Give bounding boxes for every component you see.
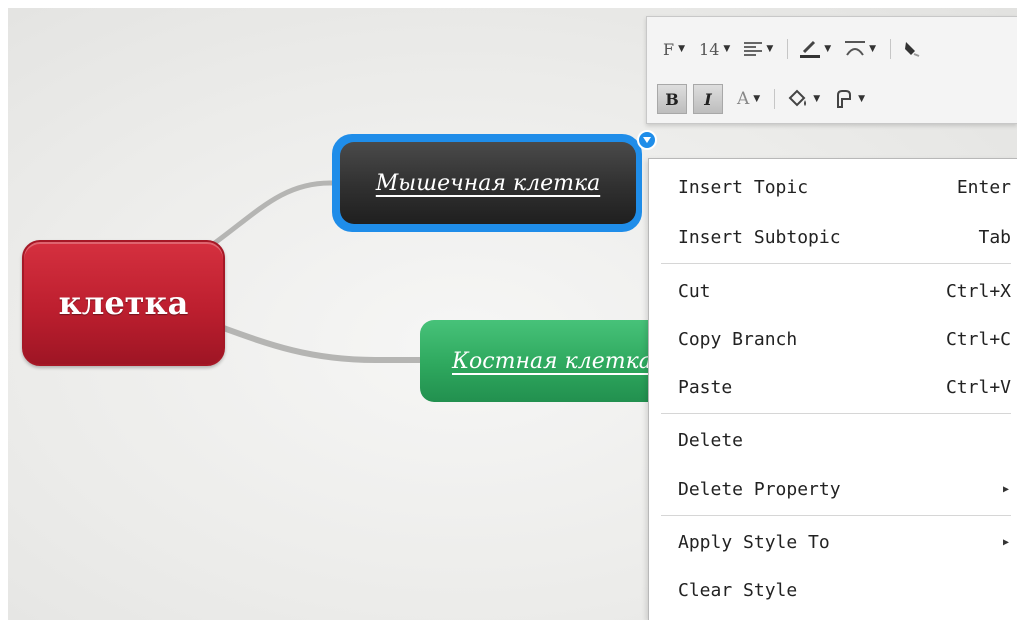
line-shape-dropdown[interactable]: ▼ <box>845 41 876 57</box>
menu-separator <box>661 413 1011 414</box>
clear-format-icon <box>905 42 920 57</box>
menu-item-apply-style-to[interactable]: Apply Style To ▶ <box>649 522 1017 562</box>
align-icon <box>744 42 763 56</box>
menu-item-shortcut: Tab <box>978 226 1011 248</box>
toolbar-separator <box>787 39 789 59</box>
menu-item-label: Insert Topic <box>678 176 809 198</box>
submenu-arrow-icon: ▶ <box>1002 536 1009 548</box>
font-family-label: F <box>663 39 675 59</box>
fill-color-dropdown[interactable]: ▼ <box>787 89 820 109</box>
shape-dropdown[interactable]: ▼ <box>834 89 865 109</box>
menu-item-label: Delete <box>678 429 744 451</box>
central-topic[interactable]: клетка <box>22 240 225 366</box>
submenu-arrow-icon: ▶ <box>1002 483 1009 495</box>
menu-item-shortcut: Ctrl+V <box>945 376 1011 398</box>
menu-separator <box>661 263 1011 264</box>
menu-item-clear-style[interactable]: Clear Style <box>649 570 1017 610</box>
chevron-down-icon: ▼ <box>766 44 774 54</box>
central-topic-label: клетка <box>58 284 189 322</box>
toolbar-separator <box>890 39 892 59</box>
menu-item-shortcut: Enter <box>956 176 1011 198</box>
line-shape-icon <box>845 41 866 56</box>
menu-item-label: Cut <box>678 280 711 302</box>
context-menu: Insert Topic Enter Insert Subtopic Tab C… <box>648 158 1017 620</box>
menu-item-cut[interactable]: Cut Ctrl+X <box>649 271 1017 311</box>
menu-item-insert-topic[interactable]: Insert Topic Enter <box>649 167 1017 207</box>
bold-button[interactable]: B <box>657 84 687 114</box>
font-size-label: 14 <box>699 39 720 59</box>
line-color-icon <box>800 40 821 58</box>
chevron-down-icon: ▼ <box>869 44 877 54</box>
subtopic-muscle-cell[interactable]: Мышечная клетка <box>340 142 636 224</box>
subtopic-bone-cell[interactable]: Костная клетка <box>420 320 670 402</box>
menu-item-label: Insert Subtopic <box>678 226 841 248</box>
chevron-down-icon: ▼ <box>753 94 761 104</box>
menu-item-label: Copy Branch <box>678 328 798 350</box>
menu-item-delete[interactable]: Delete <box>649 420 1017 460</box>
shape-icon <box>837 90 852 108</box>
toolbar-row-2: B I A ▼ ▼ ▼ <box>657 81 879 117</box>
subtopic-muscle-label: Мышечная клетка <box>375 170 601 196</box>
menu-item-paste[interactable]: Paste Ctrl+V <box>649 367 1017 407</box>
menu-item-label: Paste <box>678 376 733 398</box>
collapse-toggle-icon[interactable] <box>637 130 657 150</box>
italic-button[interactable]: I <box>693 84 723 114</box>
menu-item-shortcut: Ctrl+C <box>945 328 1011 350</box>
chevron-down-icon: ▼ <box>858 94 866 104</box>
chevron-down-icon: ▼ <box>824 44 832 54</box>
menu-item-insert-subtopic[interactable]: Insert Subtopic Tab <box>649 217 1017 257</box>
menu-item-label: Apply Style To <box>678 531 830 553</box>
menu-item-label: Delete Property <box>678 478 841 500</box>
clear-format-button[interactable] <box>903 40 921 58</box>
connector-muscle <box>202 180 345 253</box>
toolbar-row-1: F ▼ 14 ▼ ▼ ▼ ▼ <box>663 31 935 67</box>
menu-item-shortcut: Ctrl+X <box>945 280 1011 302</box>
subtopic-bone-label: Костная клетка <box>452 348 652 374</box>
fill-color-icon <box>788 89 807 107</box>
menu-separator <box>661 515 1011 516</box>
font-color-dropdown[interactable]: A ▼ <box>737 89 760 109</box>
chevron-down-icon: ▼ <box>678 44 686 54</box>
italic-label: I <box>704 89 712 109</box>
chevron-down-icon: ▼ <box>723 44 731 54</box>
line-color-dropdown[interactable]: ▼ <box>800 40 831 58</box>
format-toolbar: F ▼ 14 ▼ ▼ ▼ ▼ B I A ▼ ▼ ▼ <box>646 16 1017 124</box>
font-size-dropdown[interactable]: 14 ▼ <box>699 40 730 59</box>
menu-item-delete-property[interactable]: Delete Property ▶ <box>649 469 1017 509</box>
align-dropdown[interactable]: ▼ <box>744 41 773 57</box>
toolbar-separator <box>774 89 776 109</box>
menu-item-label: Clear Style <box>678 579 798 601</box>
font-family-dropdown[interactable]: F ▼ <box>663 40 685 59</box>
bold-label: B <box>665 89 679 109</box>
chevron-down-icon: ▼ <box>813 94 821 104</box>
connector-bone <box>212 322 425 363</box>
font-color-label: A <box>737 89 750 109</box>
menu-item-copy-branch[interactable]: Copy Branch Ctrl+C <box>649 319 1017 359</box>
